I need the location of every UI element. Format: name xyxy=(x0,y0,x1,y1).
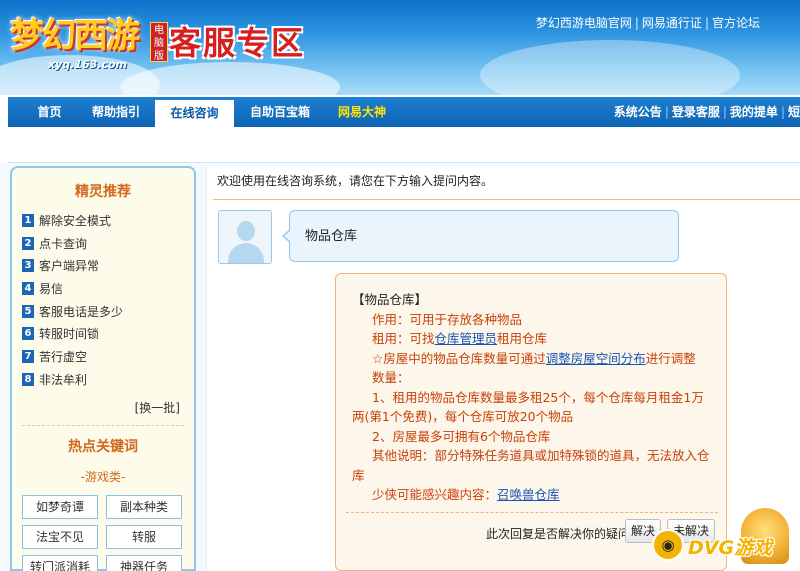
nav-self-service[interactable]: 自助百宝箱 xyxy=(238,97,322,127)
list-item-label: 易信 xyxy=(39,281,64,296)
header-cloud xyxy=(480,40,740,95)
answer-content: 【物品仓库】 作用：可用于存放各种物品 租用：可找仓库管理员租用仓库 ☆房屋中的… xyxy=(352,290,714,505)
my-tickets-link[interactable]: 我的提单 xyxy=(730,105,778,119)
user-avatar xyxy=(218,210,272,264)
login-link[interactable]: 登录客服 xyxy=(672,105,720,119)
list-item[interactable]: 1 解除安全模式 xyxy=(22,209,194,232)
divider xyxy=(22,424,184,426)
welcome-text: 欢迎使用在线咨询系统，请您在下方输入提问内容。 xyxy=(217,174,494,188)
avatar-head xyxy=(237,221,255,241)
list-item-label: 苦行虚空 xyxy=(39,349,88,364)
number-badge: 3 xyxy=(22,259,34,273)
answer-line: 其他说明：部分特殊任务道具或加特殊锁的道具，无法放入仓 xyxy=(372,448,710,463)
answer-text: 租用：可找 xyxy=(372,331,435,346)
list-item-label: 转服时间锁 xyxy=(39,327,100,342)
recommend-list: 1 解除安全模式 2 点卡查询 3 客户端异常 4 易信 5 客服电话是多少 6 转服时间锁… xyxy=(12,209,194,391)
user-message: 物品仓库 xyxy=(282,210,679,262)
list-item-label: 解除安全模式 xyxy=(39,213,112,228)
answer-line: 2、房屋最多可拥有6个物品仓库 xyxy=(372,428,551,444)
keyword-grid: 如梦奇谭 副本种类 法宝不见 转服 转门派消耗 神器任务 xyxy=(12,494,194,571)
answer-line: 作用：可用于存放各种物品 xyxy=(372,311,523,327)
watermark-text: DVG游戏 xyxy=(688,537,773,559)
nav-home[interactable]: 首页 xyxy=(22,97,77,127)
answer-line: 租用：可找仓库管理员租用仓库 xyxy=(352,329,714,349)
avatar-body xyxy=(228,243,264,263)
nav-right-links: 系统公告 | 登录客服 | 我的提单 | 短 xyxy=(614,97,800,127)
feedback-question: 此次回复是否解决你的疑问: xyxy=(486,527,635,541)
announcement-link[interactable]: 系统公告 xyxy=(614,105,662,119)
keyword-button[interactable]: 如梦奇谭 xyxy=(22,494,98,519)
top-links: 梦幻西游电脑官网 | 网易通行证 | 官方论坛 xyxy=(536,14,760,31)
answer-line: 库 xyxy=(352,467,365,483)
list-item-label: 非法牟利 xyxy=(39,372,88,387)
truncated-link[interactable]: 短 xyxy=(788,105,800,119)
list-item[interactable]: 8 非法牟利 xyxy=(22,368,194,391)
keyword-button[interactable]: 转门派消耗 xyxy=(22,554,98,571)
list-item[interactable]: 2 点卡查询 xyxy=(22,232,194,255)
answer-text: ☆房屋中的物品仓库数量可通过 xyxy=(372,350,546,366)
refresh-batch-link[interactable]: [换一批] xyxy=(12,399,194,416)
keyword-button[interactable]: 法宝不见 xyxy=(22,524,98,549)
page-title: 客服专区 xyxy=(169,24,306,62)
keyword-button[interactable]: 神器任务 xyxy=(106,554,182,571)
adjust-house-space-link[interactable]: 调整房屋空间分布 xyxy=(546,351,646,366)
divider: | xyxy=(722,105,727,119)
nav-online-consult[interactable]: 在线咨询 xyxy=(155,97,234,127)
answer-line: 少侠可能感兴趣内容：召唤兽仓库 xyxy=(352,485,714,505)
logo-url: xyq.163.com xyxy=(48,58,127,71)
game-logo[interactable]: 梦幻西游 电脑版 xyq.163.com xyxy=(10,8,168,71)
divider: | xyxy=(780,105,785,119)
list-item-label: 客服电话是多少 xyxy=(39,304,124,319)
answer-text: 进行调整 xyxy=(645,350,696,366)
answer-text: 少侠可能感兴趣内容： xyxy=(372,487,498,502)
answer-line: 数量： xyxy=(372,370,410,385)
passport-link[interactable]: 网易通行证 xyxy=(642,16,702,30)
logo-text: 梦幻西游 xyxy=(10,16,140,56)
main-nav: 首页 帮助指引 在线咨询 自助百宝箱 网易大神 系统公告 | 登录客服 | 我的提单 | 短 xyxy=(8,97,800,127)
site-header: 梦幻西游 电脑版 xyq.163.com 客服专区 梦幻西游电脑官网 | 网易通行证… xyxy=(0,0,800,95)
pet-warehouse-link[interactable]: 召唤兽仓库 xyxy=(497,487,560,502)
number-badge: 5 xyxy=(22,304,34,318)
answer-line: 1、租用的物品仓库数量最多租25个，每个仓库每月租金1万 xyxy=(372,389,704,405)
official-site-link[interactable]: 梦幻西游电脑官网 xyxy=(536,16,632,30)
recommend-title: 精灵推荐 xyxy=(75,184,131,200)
list-item[interactable]: 3 客户端异常 xyxy=(22,254,194,277)
gamepad-icon: ◉ xyxy=(652,529,684,561)
answer-line: 两(第1个免费)，每个仓库可放20个物品 xyxy=(352,409,574,424)
list-item-label: 点卡查询 xyxy=(39,236,88,251)
divider: | xyxy=(704,16,709,30)
sub-bar xyxy=(8,127,800,163)
number-badge: 8 xyxy=(22,372,34,386)
list-item[interactable]: 7 苦行虚空 xyxy=(22,345,194,368)
list-item-label: 客户端异常 xyxy=(39,259,100,274)
list-item[interactable]: 6 转服时间锁 xyxy=(22,322,194,345)
divider: | xyxy=(664,105,669,119)
previous-message-edge xyxy=(213,191,800,200)
nav-dashen[interactable]: 网易大神 xyxy=(326,97,398,127)
number-badge: 2 xyxy=(22,236,34,250)
warehouse-manager-link[interactable]: 仓库管理员 xyxy=(435,331,498,346)
hot-keywords-title: 热点关键词 xyxy=(68,438,138,455)
divider: | xyxy=(634,16,639,30)
answer-line: ☆房屋中的物品仓库数量可通过调整房屋空间分布进行调整 xyxy=(352,349,714,369)
answer-title: 【物品仓库】 xyxy=(352,292,428,307)
number-badge: 6 xyxy=(22,327,34,341)
answer-text: 租用仓库 xyxy=(497,331,548,346)
nav-help[interactable]: 帮助指引 xyxy=(80,97,152,127)
number-badge: 4 xyxy=(22,281,34,295)
list-item[interactable]: 4 易信 xyxy=(22,277,194,300)
keyword-button[interactable]: 副本种类 xyxy=(106,494,182,519)
number-badge: 1 xyxy=(22,213,34,227)
sidebar: 精灵推荐 1 解除安全模式 2 点卡查询 3 客户端异常 4 易信 5 客服电话是多少 6… xyxy=(10,166,196,571)
logo-badge: 电脑版 xyxy=(150,22,168,62)
watermark: ◉ DVG游戏 xyxy=(648,507,798,569)
keyword-button[interactable]: 转服 xyxy=(106,524,182,549)
list-item[interactable]: 5 客服电话是多少 xyxy=(22,300,194,323)
forum-link[interactable]: 官方论坛 xyxy=(712,16,760,30)
category-label: -游戏类- xyxy=(80,469,126,484)
number-badge: 7 xyxy=(22,349,34,363)
